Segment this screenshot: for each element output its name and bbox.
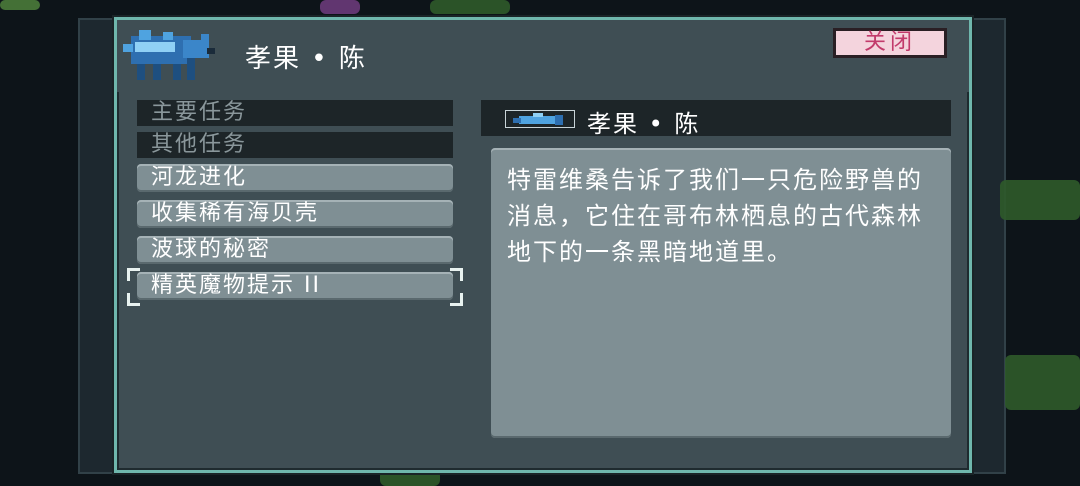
tab-main-quests[interactable]: 主要任务 (137, 100, 453, 126)
quest-item[interactable]: 收集稀有海贝壳 (137, 200, 453, 228)
dialog-titlebar: 孝果 • 陈 关闭 (117, 20, 969, 92)
quest-description: 特雷维桑告诉了我们一只危险野兽的消息，它住在哥布林栖息的古代森林地下的一条黑暗地… (507, 166, 923, 266)
foliage-decoration (0, 0, 40, 10)
foliage-decoration (1005, 355, 1080, 410)
quest-list: 主要任务 其他任务 河龙进化 收集稀有海贝壳 波球的秘密 精英魔物提示 II (127, 100, 463, 308)
quest-item[interactable]: 河龙进化 (137, 164, 453, 192)
quest-item-label: 精英魔物提示 II (151, 273, 321, 298)
quest-item[interactable]: 波球的秘密 (137, 236, 453, 264)
foliage-decoration (320, 0, 360, 14)
dialog-title: 孝果 • 陈 (245, 44, 367, 74)
selection-corner (450, 268, 463, 281)
close-button[interactable]: 关闭 (833, 28, 947, 58)
quest-giver-name: 孝果 • 陈 (587, 110, 701, 138)
quest-detail-header: 孝果 • 陈 (481, 100, 951, 138)
quest-description-panel: 特雷维桑告诉了我们一只危险野兽的消息，它住在哥布林栖息的古代森林地下的一条黑暗地… (491, 148, 951, 438)
blue-wolf-creature-icon (123, 30, 215, 80)
foliage-decoration (1000, 180, 1080, 220)
selection-corner (127, 268, 140, 281)
selection-corner (450, 293, 463, 306)
quest-item-selected[interactable]: 精英魔物提示 II (127, 268, 463, 306)
selection-corner (127, 293, 140, 306)
tab-other-quests[interactable]: 其他任务 (137, 132, 453, 158)
fish-creature-icon (505, 110, 575, 128)
foliage-decoration (430, 0, 510, 14)
quest-dialog: 孝果 • 陈 关闭 主要任务 其他任务 河龙进化 收集稀有海贝壳 波球的秘密 精… (114, 17, 972, 473)
